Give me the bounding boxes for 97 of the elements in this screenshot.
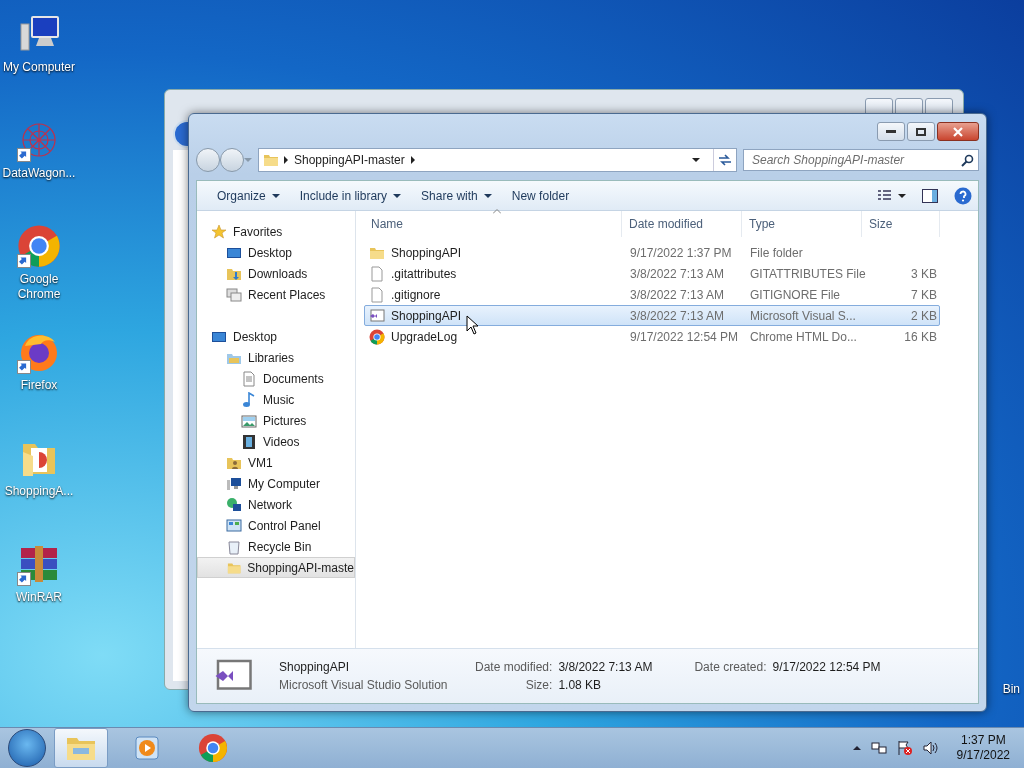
address-bar[interactable]: ShoppingAPI-master xyxy=(258,148,737,172)
size-cell-text: 2 KB xyxy=(910,308,938,323)
type-cell-text: Microsoft Visual S... xyxy=(749,308,857,323)
file-row[interactable]: .gitattributes 3/8/2022 7:13 AM GITATTRIBUTES File 3 KB xyxy=(364,263,940,284)
nav-item[interactable]: Documents xyxy=(197,368,355,389)
file-row[interactable]: UpgradeLog 9/17/2022 12:54 PM Chrome HTML Do... 16 KB xyxy=(364,326,940,347)
file-name: ShoppingAPI xyxy=(391,245,462,260)
field-label: Date created: xyxy=(694,660,767,674)
music-note-icon xyxy=(241,391,257,408)
desktop-shortcut[interactable]: My Computer xyxy=(0,6,78,96)
nav-item[interactable]: Control Panel xyxy=(197,515,355,536)
file-row[interactable]: ShoppingAPI 3/8/2022 7:13 AM Microsoft Visual S... 2 KB xyxy=(364,305,940,326)
file-type: Microsoft Visual Studio Solution xyxy=(279,678,449,692)
field-value: 3/8/2022 7:13 AM xyxy=(558,660,653,674)
desktop-icon-label[interactable]: Bin xyxy=(1002,682,1020,696)
date-cell-text: 9/17/2022 12:54 PM xyxy=(629,329,740,344)
nav-item[interactable]: ShoppingAPI-maste xyxy=(197,557,355,578)
film-icon xyxy=(241,433,257,450)
nav-item[interactable]: Downloads xyxy=(197,263,355,284)
field-label: Size: xyxy=(524,678,553,692)
nav-item[interactable]: Recent Places xyxy=(197,284,355,305)
chrome-icon xyxy=(198,733,228,763)
file-row[interactable]: ShoppingAPI 9/17/2022 1:37 PM File folder xyxy=(364,242,940,263)
toolbar-button[interactable]: Share with xyxy=(413,185,500,206)
solution-file-icon xyxy=(369,307,385,324)
flag-icon[interactable] xyxy=(896,740,913,756)
type-cell-text: Chrome HTML Do... xyxy=(749,329,858,344)
nav-item[interactable]: Network xyxy=(197,494,355,515)
size-cell-text: 7 KB xyxy=(910,287,938,302)
preview-pane-icon[interactable] xyxy=(922,188,938,203)
file-name: .gitattributes xyxy=(391,266,457,281)
close-icon xyxy=(952,126,964,137)
search-icon xyxy=(961,153,974,167)
maximize-icon xyxy=(916,127,926,136)
nav-item[interactable]: Pictures xyxy=(197,410,355,431)
desktop-shortcut[interactable]: DataWagon... xyxy=(0,112,78,202)
file-name: ShoppingAPI xyxy=(391,308,462,323)
nav-item[interactable]: Videos xyxy=(197,431,355,452)
minimize-icon xyxy=(886,129,896,134)
type-cell-text: File folder xyxy=(749,245,804,260)
file-icon xyxy=(369,265,385,282)
view-options-icon[interactable] xyxy=(878,189,906,202)
column-header[interactable]: Name xyxy=(364,211,622,237)
minimize-button[interactable] xyxy=(877,122,905,141)
network-icon[interactable] xyxy=(870,740,887,756)
nav-item[interactable]: My Computer xyxy=(197,473,355,494)
column-header[interactable]: Size xyxy=(862,211,940,237)
column-header[interactable]: Date modified xyxy=(622,211,742,237)
field-value: 1.08 KB xyxy=(558,678,603,692)
field-label: Date modified: xyxy=(475,660,553,674)
toolbar-button[interactable]: Include in library xyxy=(291,185,410,206)
file-name: ShoppingAPI xyxy=(279,660,351,674)
nav-item[interactable]: VM1 xyxy=(197,452,355,473)
chrome-icon xyxy=(369,328,385,345)
speaker-icon[interactable] xyxy=(922,740,939,756)
recent-places-icon xyxy=(226,286,242,303)
type-cell-text: GITATTRIBUTES File xyxy=(749,266,863,281)
taskbar-button[interactable] xyxy=(54,728,108,768)
picture-icon xyxy=(241,412,257,429)
network-icon xyxy=(226,496,242,513)
date-cell-text: 3/8/2022 7:13 AM xyxy=(629,266,726,281)
file-icon xyxy=(369,286,385,303)
show-hidden-icons-icon[interactable] xyxy=(852,745,861,751)
close-button[interactable] xyxy=(937,122,979,141)
mouse-cursor-icon xyxy=(466,315,479,335)
field-value: 9/17/2022 12:54 PM xyxy=(772,660,881,674)
file-row[interactable]: .gitignore 3/8/2022 7:13 AM GITIGNORE File 7 KB xyxy=(364,284,940,305)
recycle-bin-icon xyxy=(226,538,242,555)
date-cell-text: 9/17/2022 1:37 PM xyxy=(629,245,733,260)
nav-item[interactable]: Favorites xyxy=(197,221,355,242)
nav-item[interactable]: Libraries xyxy=(197,347,355,368)
file-name: .gitignore xyxy=(391,287,441,302)
type-cell-text: GITIGNORE File xyxy=(749,287,841,302)
help-icon[interactable] xyxy=(954,186,972,205)
media-player-icon xyxy=(134,735,160,761)
nav-item[interactable]: Music xyxy=(197,389,355,410)
file-name: UpgradeLog xyxy=(391,329,458,344)
folder-icon xyxy=(263,152,279,168)
date-cell-text: 3/8/2022 7:13 AM xyxy=(629,308,726,323)
document-icon xyxy=(241,370,257,387)
column-header[interactable]: Type xyxy=(742,211,862,237)
start-button[interactable] xyxy=(8,729,46,767)
star-icon xyxy=(211,223,227,240)
size-cell-text: 3 KB xyxy=(910,266,938,281)
nav-item[interactable]: Desktop xyxy=(197,326,355,347)
clock[interactable]: 1:37 PM 9/17/2022 xyxy=(956,733,1010,763)
maximize-button[interactable] xyxy=(907,122,935,141)
search-field[interactable]: Search ShoppingAPI-master xyxy=(743,149,979,171)
control-panel-icon xyxy=(226,517,242,534)
date-cell-text: 3/8/2022 7:13 AM xyxy=(629,287,726,302)
refresh-icon[interactable] xyxy=(718,154,732,166)
size-cell-text: 16 KB xyxy=(903,329,938,344)
toolbar-button[interactable]: New folder xyxy=(503,185,578,206)
nav-item[interactable]: Recycle Bin xyxy=(197,536,355,557)
computer-icon xyxy=(226,475,242,492)
nav-item[interactable]: Desktop xyxy=(197,242,355,263)
toolbar-button[interactable]: Organize xyxy=(209,185,288,206)
